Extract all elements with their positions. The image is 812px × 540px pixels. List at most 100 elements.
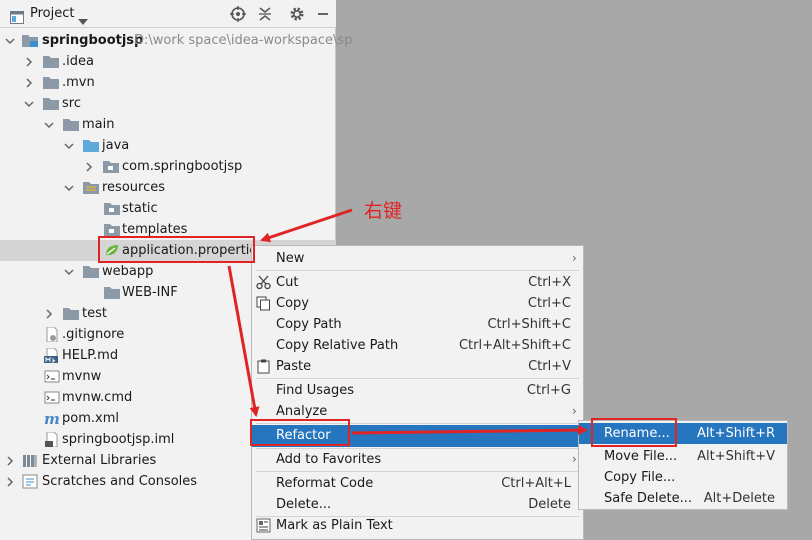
view-dropdown-chevron-icon[interactable] [78, 9, 88, 25]
menu-item-copy-file[interactable]: Copy File... [579, 467, 787, 488]
module-file-icon [44, 431, 60, 448]
collapsed-arrow-icon[interactable] [24, 77, 34, 88]
scratches-icon [22, 474, 38, 489]
menu-separator [256, 471, 579, 472]
menu-item-cut[interactable]: Cut Ctrl+X [252, 272, 583, 293]
menu-item-label: New [276, 251, 305, 266]
menu-item-shortcut: Ctrl+V [528, 359, 571, 374]
tree-item-mvn[interactable]: .mvn [0, 72, 336, 93]
menu-item-shortcut: Ctrl+C [527, 296, 571, 311]
menu-item-label: Cut [276, 275, 299, 290]
tree-item-java[interactable]: java [0, 135, 336, 156]
menu-item-add-to-favorites[interactable]: Add to Favorites › [252, 449, 583, 470]
folder-icon [63, 117, 79, 132]
tree-item-label: mvnw.cmd [62, 390, 133, 405]
folder-icon [43, 96, 59, 111]
project-view-title[interactable]: Project [30, 0, 74, 28]
menu-item-label: Paste [276, 359, 312, 374]
copy-icon [256, 296, 271, 311]
project-path-hint: D:\work space\idea-workspace\sp [134, 33, 353, 48]
maven-file-icon: m [44, 410, 60, 428]
plain-text-icon [256, 518, 271, 533]
folder-icon [83, 264, 99, 279]
menu-item-label: Find Usages [276, 383, 355, 398]
menu-item-shortcut: Ctrl+Alt+Shift+C [458, 338, 571, 353]
tree-item-label: resources [102, 180, 166, 195]
tree-item-label: .mvn [62, 75, 95, 90]
tree-item-label: .idea [62, 54, 94, 69]
expand-arrow-icon[interactable] [64, 182, 74, 192]
menu-item-find-usages[interactable]: Find Usages Ctrl+G [252, 380, 583, 401]
tree-item-src[interactable]: src [0, 93, 336, 114]
hide-panel-icon[interactable] [314, 5, 332, 23]
menu-item-shortcut: Ctrl+X [528, 275, 571, 290]
tree-item-package[interactable]: com.springbootjsp [0, 156, 336, 177]
settings-gear-icon[interactable] [288, 5, 306, 23]
collapsed-arrow-icon[interactable] [5, 455, 15, 466]
tree-item-label: springbootjsp.iml [62, 432, 175, 447]
menu-item-delete[interactable]: Delete... Delete [252, 494, 583, 515]
menu-item-label: Add to Favorites [276, 452, 382, 467]
folder-icon [104, 222, 120, 237]
scissors-icon [256, 275, 271, 290]
collapse-all-icon[interactable] [256, 5, 274, 23]
expand-arrow-icon[interactable] [64, 266, 74, 276]
tree-item-idea[interactable]: .idea [0, 51, 336, 72]
annotation-highlight-refactor [250, 419, 350, 446]
tree-item-label: main [82, 117, 115, 132]
tree-item-label: src [62, 96, 81, 111]
tree-item-label: pom.xml [62, 411, 119, 426]
menu-item-paste[interactable]: Paste Ctrl+V [252, 356, 583, 377]
expand-arrow-icon[interactable] [44, 119, 54, 129]
tree-item-static[interactable]: static [0, 198, 336, 219]
folder-icon [104, 201, 120, 216]
menu-item-copy-path[interactable]: Copy Path Ctrl+Shift+C [252, 314, 583, 335]
tree-item-project-root[interactable]: springbootjsp D:\work space\idea-workspa… [0, 30, 352, 51]
gitignore-file-icon [44, 326, 60, 343]
menu-item-mark-as-plain-text[interactable]: Mark as Plain Text [252, 515, 583, 536]
menu-item-label: Copy File... [604, 470, 676, 485]
tree-item-label: .gitignore [62, 327, 125, 342]
menu-item-move-file[interactable]: Move File... Alt+Shift+V [579, 446, 787, 467]
tree-item-main[interactable]: main [0, 114, 336, 135]
tree-item-label: mvnw [62, 369, 102, 384]
tree-item-resources[interactable]: resources [0, 177, 336, 198]
annotation-highlight-rename [591, 418, 677, 447]
collapsed-arrow-icon[interactable] [84, 161, 94, 172]
source-folder-icon [83, 138, 99, 153]
resources-folder-icon [83, 180, 99, 195]
menu-item-shortcut: Ctrl+Shift+C [487, 317, 571, 332]
locate-file-icon[interactable] [229, 5, 247, 23]
menu-item-safe-delete[interactable]: Safe Delete... Alt+Delete [579, 488, 787, 509]
clipboard-icon [256, 359, 271, 374]
tree-item-label: java [102, 138, 130, 153]
package-icon [103, 159, 119, 174]
menu-item-new[interactable]: New › [252, 248, 583, 269]
tree-item-label: External Libraries [42, 453, 157, 468]
menu-item-label: Delete... [276, 497, 332, 512]
tree-item-label: webapp [102, 264, 154, 279]
tree-item-label: test [82, 306, 107, 321]
menu-item-label: Mark as Plain Text [276, 518, 393, 533]
menu-item-copy[interactable]: Copy Ctrl+C [252, 293, 583, 314]
module-folder-icon [22, 33, 38, 48]
project-view-icon [10, 7, 24, 24]
folder-icon [63, 306, 79, 321]
collapsed-arrow-icon[interactable] [24, 56, 34, 67]
menu-item-shortcut: Alt+Shift+R [697, 426, 775, 441]
menu-item-label: Copy [276, 296, 309, 311]
folder-icon [43, 54, 59, 69]
expand-arrow-icon[interactable] [5, 35, 15, 45]
tree-item-label: com.springbootjsp [122, 159, 243, 174]
menu-separator [256, 270, 579, 271]
expand-arrow-icon[interactable] [24, 98, 34, 108]
menu-item-copy-relative-path[interactable]: Copy Relative Path Ctrl+Alt+Shift+C [252, 335, 583, 356]
menu-item-reformat-code[interactable]: Reformat Code Ctrl+Alt+L [252, 473, 583, 494]
tree-item-label: Scratches and Consoles [42, 474, 198, 489]
menu-item-label: Reformat Code [276, 476, 374, 491]
expand-arrow-icon[interactable] [64, 140, 74, 150]
collapsed-arrow-icon[interactable] [5, 476, 15, 487]
menu-item-shortcut: Alt+Delete [703, 491, 775, 506]
collapsed-arrow-icon[interactable] [44, 308, 54, 319]
folder-icon [43, 75, 59, 90]
